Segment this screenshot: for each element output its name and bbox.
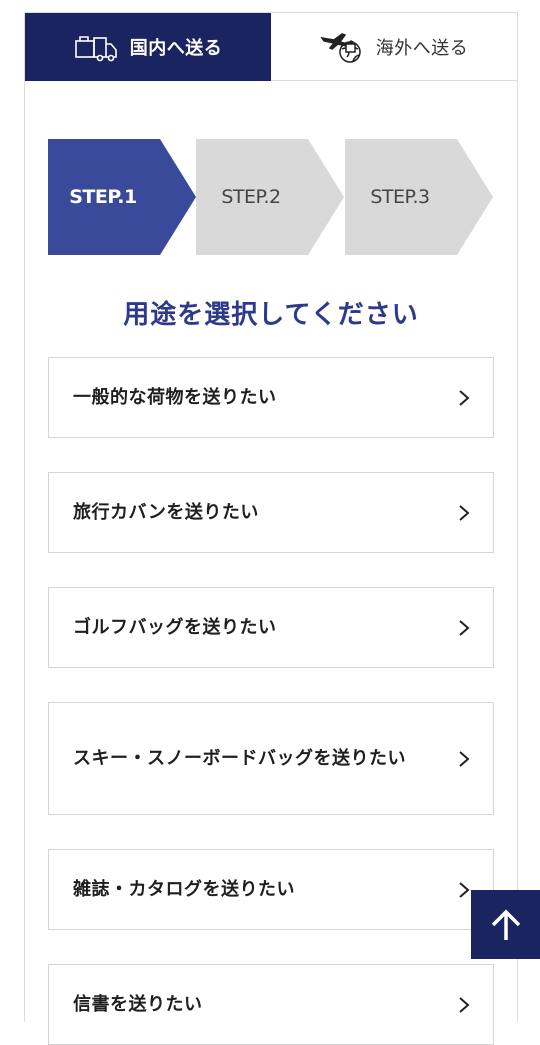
option-magazine-catalog[interactable]: 雑誌・カタログを送りたい	[48, 849, 494, 930]
option-golf-bag[interactable]: ゴルフバッグを送りたい	[48, 587, 494, 668]
step-1: STEP.1	[48, 139, 196, 255]
airplane-globe-icon	[320, 30, 364, 64]
chevron-right-icon	[459, 750, 470, 767]
step-3-label: STEP.3	[370, 186, 430, 208]
chevron-right-icon	[459, 619, 470, 636]
arrow-up-icon	[491, 909, 520, 940]
chevron-right-icon	[459, 389, 470, 406]
tab-international[interactable]: 海外へ送る	[271, 13, 517, 81]
chevron-right-icon	[459, 504, 470, 521]
tab-domestic-label: 国内へ送る	[129, 38, 223, 59]
step-2: STEP.2	[196, 139, 344, 255]
step-progress: STEP.1 STEP.2 STEP.3	[48, 139, 498, 255]
step-1-label: STEP.1	[69, 186, 137, 208]
option-travel-bag[interactable]: 旅行カバンを送りたい	[48, 472, 494, 553]
scroll-to-top-button[interactable]	[471, 890, 540, 959]
option-ski-snowboard-bag[interactable]: スキー・スノーボードバッグを送りたい	[48, 702, 494, 815]
option-label: 旅行カバンを送りたい	[73, 502, 259, 523]
chevron-right-icon	[459, 996, 470, 1013]
option-label: スキー・スノーボードバッグを送りたい	[73, 748, 406, 769]
page-title: 用途を選択してください	[123, 300, 419, 330]
option-label: ゴルフバッグを送りたい	[73, 617, 277, 638]
step-2-label: STEP.2	[221, 186, 281, 208]
option-label: 信書を送りたい	[73, 994, 203, 1015]
tab-international-label: 海外へ送る	[375, 37, 469, 59]
option-label: 雑誌・カタログを送りたい	[73, 879, 295, 900]
step-3: STEP.3	[345, 139, 493, 255]
page-frame: 国内へ送る 海外へ送る STEP.1 STEP.2 STEP.3 用途を選択して…	[24, 12, 518, 1045]
truck-box-icon	[74, 30, 118, 64]
shipping-tabs: 国内へ送る 海外へ送る	[25, 12, 517, 81]
option-general-package[interactable]: 一般的な荷物を送りたい	[48, 357, 494, 438]
option-label: 一般的な荷物を送りたい	[73, 387, 277, 408]
chevron-right-icon	[459, 881, 470, 898]
tab-domestic[interactable]: 国内へ送る	[25, 13, 271, 81]
option-correspondence[interactable]: 信書を送りたい	[48, 964, 494, 1045]
